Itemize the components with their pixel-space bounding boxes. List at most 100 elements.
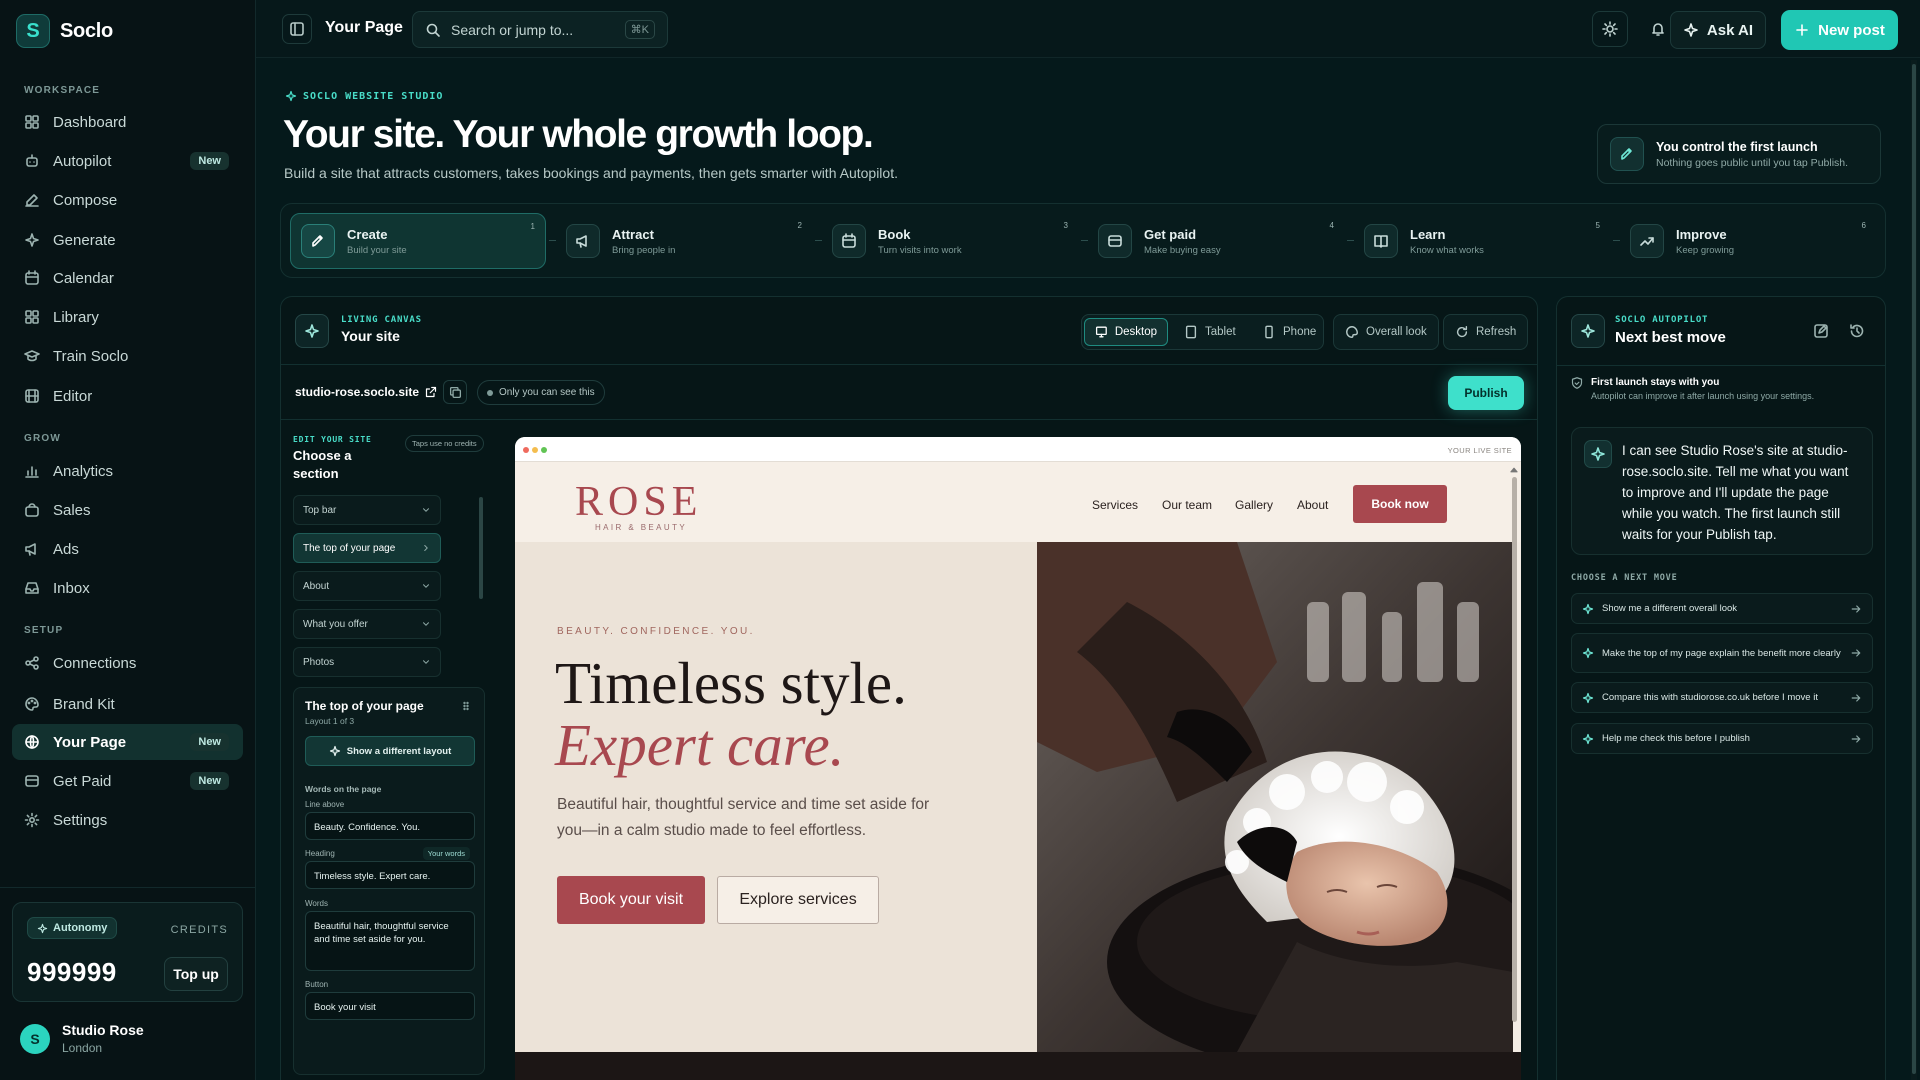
salon-hair-wash-image [1037, 542, 1513, 1052]
step-number: 6 [1861, 221, 1866, 230]
step-improve[interactable]: Improve Keep growing 6 [1620, 213, 1876, 269]
new-post-button[interactable]: New post [1781, 10, 1898, 50]
refresh-button[interactable]: Refresh [1443, 314, 1529, 350]
sidebar: S Soclo WORKSPACE Dashboard Autopilot Ne… [0, 0, 256, 1080]
publish-button[interactable]: Publish [1448, 376, 1524, 410]
different-layout-button[interactable]: Show a different layout [305, 736, 475, 766]
sidebar-item-get-paid[interactable]: Get Paid New [12, 763, 243, 799]
section-item-top-bar[interactable]: Top bar [293, 495, 441, 525]
section-editor-card: The top of your page Layout 1 of 3 Show … [293, 687, 485, 1075]
site-nav-gallery[interactable]: Gallery [1235, 498, 1273, 512]
site-logo-sub: HAIR & BEAUTY [595, 523, 688, 532]
step-title: Book [878, 226, 911, 242]
option-label: Show me a different overall look [1602, 603, 1738, 614]
sidebar-toggle-button[interactable] [282, 14, 312, 44]
edit-icon[interactable] [1813, 323, 1829, 339]
device-tablet-button[interactable]: Tablet [1174, 318, 1246, 346]
step-subtitle: Build your site [347, 244, 407, 256]
sidebar-item-brand-kit[interactable]: Brand Kit [12, 686, 243, 722]
sidebar-item-train-soclo[interactable]: Train Soclo [12, 338, 243, 374]
section-item-top-of-page[interactable]: The top of your page [293, 533, 441, 563]
sidebar-item-label: Inbox [53, 579, 90, 597]
sidebar-item-compose[interactable]: Compose [12, 182, 243, 218]
sidebar-item-library[interactable]: Library [12, 299, 243, 335]
sidebar-item-calendar[interactable]: Calendar [12, 260, 243, 296]
ask-ai-button[interactable]: Ask AI [1670, 11, 1766, 49]
control-subtitle: Nothing goes public until you tap Publis… [1656, 156, 1849, 169]
step-number: 3 [1063, 221, 1068, 230]
sparkle-icon [329, 745, 340, 757]
sidebar-item-connections[interactable]: Connections [12, 645, 243, 681]
step-subtitle: Make buying easy [1144, 244, 1221, 256]
device-phone-button[interactable]: Phone [1252, 318, 1326, 346]
page-scrollbar[interactable] [1912, 64, 1916, 1074]
calendar-icon [832, 224, 866, 258]
section-item-about[interactable]: About [293, 571, 441, 601]
device-label: Tablet [1205, 326, 1236, 338]
step-attract[interactable]: Attract Bring people in 2 [556, 213, 812, 269]
ask-ai-label: Ask AI [1706, 21, 1754, 39]
site-hero-photo [1037, 542, 1513, 1052]
site-nav-about[interactable]: About [1297, 498, 1328, 512]
sections-scrollbar[interactable] [479, 497, 483, 599]
note-title: First launch stays with you [1591, 377, 1720, 388]
grid-icon [25, 115, 39, 129]
site-explore-services-button[interactable]: Explore services [717, 876, 879, 924]
autonomy-toggle[interactable]: Autonomy [27, 917, 118, 939]
step-create[interactable]: Create Build your site 1 [290, 213, 546, 269]
overall-look-button[interactable]: Overall look [1333, 314, 1439, 350]
sparkle-icon [285, 90, 297, 102]
preview-scrollbar[interactable] [1512, 477, 1517, 1022]
step-book[interactable]: Book Turn visits into work 3 [822, 213, 1078, 269]
device-label: Desktop [1114, 326, 1157, 338]
next-move-option[interactable]: Compare this with studiorose.co.uk befor… [1571, 682, 1873, 713]
sidebar-item-autopilot[interactable]: Autopilot New [12, 143, 243, 179]
site-book-visit-button[interactable]: Book your visit [557, 876, 705, 924]
sidebar-item-analytics[interactable]: Analytics [12, 453, 243, 489]
palette-icon [25, 697, 39, 711]
site-nav-our-team[interactable]: Our team [1162, 498, 1212, 512]
section-item-what-you-offer[interactable]: What you offer [293, 609, 441, 639]
minimize-dot-icon [532, 447, 538, 453]
device-desktop-button[interactable]: Desktop [1084, 318, 1168, 346]
shield-check-icon [1571, 377, 1583, 389]
new-post-label: New post [1818, 21, 1885, 39]
theme-toggle-button[interactable] [1592, 11, 1628, 47]
section-item-photos[interactable]: Photos [293, 647, 441, 677]
button-text-field[interactable]: Book your visit [305, 992, 475, 1020]
sidebar-item-dashboard[interactable]: Dashboard [12, 104, 243, 140]
sidebar-item-label: Compose [53, 191, 118, 209]
step-title: Get paid [1144, 226, 1197, 242]
chevron-right-icon [424, 545, 428, 551]
history-icon[interactable] [1849, 323, 1865, 339]
sidebar-item-generate[interactable]: Generate [12, 222, 243, 258]
next-move-option[interactable]: Help me check this before I publish [1571, 723, 1873, 754]
shopping-bag-icon [25, 503, 39, 517]
line-above-field[interactable]: Beauty. Confidence. You. [305, 812, 475, 840]
step-get-paid[interactable]: Get paid Make buying easy 4 [1088, 213, 1344, 269]
sidebar-item-settings[interactable]: Settings [12, 802, 243, 838]
external-link-icon [425, 386, 437, 398]
sidebar-item-your-page[interactable]: Your Page New [12, 724, 243, 760]
top-up-button[interactable]: Top up [164, 957, 228, 991]
drag-handle-icon[interactable] [460, 700, 472, 712]
sidebar-item-sales[interactable]: Sales [12, 492, 243, 528]
brand[interactable]: S Soclo [16, 14, 113, 48]
section-label: The top of your page [303, 542, 396, 554]
user-profile[interactable]: S Studio Rose London [20, 1022, 144, 1055]
site-nav-services[interactable]: Services [1092, 498, 1138, 512]
site-url-link[interactable]: studio-rose.soclo.site [295, 385, 437, 399]
sidebar-item-ads[interactable]: Ads [12, 531, 243, 567]
sidebar-item-editor[interactable]: Editor [12, 378, 243, 414]
search-input[interactable]: Search or jump to... ⌘K [412, 11, 668, 48]
sidebar-item-inbox[interactable]: Inbox [12, 570, 243, 606]
site-book-now-button[interactable]: Book now [1353, 485, 1447, 523]
site-logo[interactable]: ROSE [575, 478, 702, 526]
scroll-up-icon[interactable] [1509, 465, 1519, 475]
words-textarea[interactable]: Beautiful hair, thoughtful service and t… [305, 911, 475, 971]
step-learn[interactable]: Learn Know what works 5 [1354, 213, 1610, 269]
next-move-option[interactable]: Show me a different overall look [1571, 593, 1873, 624]
copy-url-button[interactable] [443, 380, 467, 404]
heading-field[interactable]: Timeless style. Expert care. [305, 861, 475, 889]
next-move-option[interactable]: Make the top of my page explain the bene… [1571, 633, 1873, 673]
